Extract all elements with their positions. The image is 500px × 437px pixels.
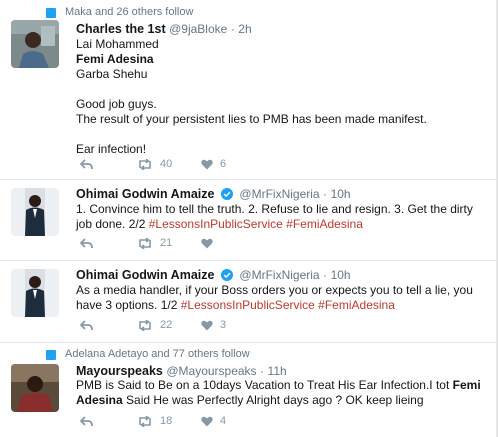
- tweet-actions: 22 3: [80, 318, 226, 332]
- mention-text: Adesina: [76, 393, 123, 407]
- mention-text: Femi: [452, 378, 481, 392]
- social-context-text: Adelana Adetayo and 77 others follow: [65, 348, 250, 360]
- separator: ·: [323, 268, 328, 282]
- retweet-count: 18: [160, 415, 173, 427]
- display-name[interactable]: Ohimai Godwin Amaize: [76, 187, 214, 201]
- avatar[interactable]: [11, 269, 59, 317]
- retweet-button[interactable]: 18: [137, 415, 201, 427]
- hashtag-link[interactable]: #FemiAdesina: [318, 298, 395, 312]
- separator: ·: [323, 187, 328, 201]
- retweet-count: 40: [160, 158, 173, 170]
- tweet-text: 1. Convince him to tell the truth. 2. Re…: [76, 202, 488, 232]
- heart-icon: [201, 320, 213, 330]
- avatar[interactable]: [11, 188, 59, 236]
- reply-button[interactable]: [80, 158, 137, 170]
- display-name[interactable]: Charles the 1st: [76, 22, 166, 36]
- retweet-count: 21: [160, 237, 173, 249]
- tweet-body: PMB is Said to Be on a 10days Vacation t…: [76, 378, 453, 392]
- hashtag-link[interactable]: #LessonsInPublicService: [149, 217, 283, 231]
- tweet-line: Femi Adesina: [76, 52, 154, 66]
- tweet-text: Lai Mohammed Femi Adesina Garba Shehu Go…: [76, 37, 490, 157]
- reply-icon: [80, 237, 93, 248]
- timestamp[interactable]: 10h: [331, 187, 351, 201]
- tweet-line: Good job guys.: [76, 97, 157, 111]
- tweet-paragraph: As a media handler, if your Boss orders …: [76, 283, 488, 313]
- like-button[interactable]: 6: [201, 158, 226, 170]
- tweet-header: Ohimai Godwin Amaize @MrFixNigeria · 10h: [76, 268, 351, 283]
- separator: ·: [230, 22, 235, 36]
- user-handle[interactable]: @9jaBloke: [169, 22, 227, 36]
- tweet-actions: 18 4: [80, 414, 226, 428]
- avatar-image: [11, 20, 59, 68]
- timeline-feed: Maka and 26 others follow Charles the 1s…: [0, 0, 498, 437]
- tweet-actions: 40 6: [80, 157, 226, 171]
- like-button[interactable]: [201, 238, 213, 249]
- social-context: Adelana Adetayo and 77 others follow: [46, 348, 250, 361]
- timestamp[interactable]: 11h: [268, 364, 287, 378]
- reply-icon: [80, 319, 93, 330]
- heart-icon: [201, 159, 213, 169]
- follow-context-icon: [46, 349, 56, 360]
- retweet-button[interactable]: 40: [137, 158, 201, 170]
- heart-icon: [201, 416, 213, 426]
- tweet-actions: 21: [80, 236, 213, 250]
- like-count: 6: [220, 158, 227, 170]
- tweet-body: Said He was Perfectly Alright days ago ?…: [122, 393, 424, 407]
- avatar[interactable]: [11, 20, 59, 68]
- tweet[interactable]: Ohimai Godwin Amaize @MrFixNigeria · 10h…: [0, 180, 496, 261]
- tweet-header: Ohimai Godwin Amaize @MrFixNigeria · 10h: [76, 187, 351, 202]
- separator: ·: [260, 364, 265, 378]
- avatar-image: [11, 364, 59, 412]
- tweet-header: Charles the 1st @9jaBloke · 2h: [76, 22, 252, 37]
- reply-button[interactable]: [80, 319, 137, 331]
- retweet-icon: [139, 158, 151, 170]
- follow-context-icon: [46, 7, 56, 18]
- reply-icon: [80, 158, 93, 169]
- avatar-image: [11, 269, 59, 317]
- user-handle[interactable]: @MrFixNigeria: [239, 187, 319, 201]
- tweet-header: Mayourspeaks @Mayourspeaks · 11h: [76, 364, 287, 379]
- tweet-line: Lai Mohammed: [76, 37, 159, 51]
- reply-icon: [80, 415, 93, 426]
- timestamp[interactable]: 10h: [331, 268, 351, 282]
- display-name[interactable]: Mayourspeaks: [76, 364, 163, 378]
- avatar[interactable]: [11, 364, 59, 412]
- retweet-button[interactable]: 21: [137, 237, 201, 249]
- tweet-text: As a media handler, if your Boss orders …: [76, 283, 488, 313]
- verified-badge-icon: [220, 188, 233, 200]
- tweet[interactable]: Maka and 26 others follow Charles the 1s…: [0, 0, 496, 180]
- timestamp[interactable]: 2h: [238, 22, 251, 36]
- like-button[interactable]: 3: [201, 319, 226, 331]
- tweet[interactable]: Adelana Adetayo and 77 others follow May…: [0, 343, 496, 437]
- display-name[interactable]: Ohimai Godwin Amaize: [76, 268, 214, 282]
- heart-icon: [201, 238, 213, 248]
- retweet-icon: [139, 237, 151, 249]
- like-count: 3: [220, 319, 227, 331]
- tweet-paragraph: 1. Convince him to tell the truth. 2. Re…: [76, 202, 488, 232]
- hashtag-link[interactable]: #FemiAdesina: [286, 217, 363, 231]
- retweet-button[interactable]: 22: [137, 319, 201, 331]
- like-count: 4: [220, 415, 227, 427]
- tweet-line: The result of your persistent lies to PM…: [76, 112, 427, 126]
- retweet-icon: [139, 415, 151, 427]
- retweet-count: 22: [160, 319, 173, 331]
- social-context-text: Maka and 26 others follow: [65, 6, 194, 18]
- tweet-line: Ear infection!: [76, 142, 147, 156]
- tweet-paragraph: PMB is Said to Be on a 10days Vacation t…: [76, 378, 490, 408]
- user-handle[interactable]: @Mayourspeaks: [166, 364, 256, 378]
- tweet[interactable]: Ohimai Godwin Amaize @MrFixNigeria · 10h…: [0, 261, 496, 343]
- avatar-image: [11, 188, 59, 236]
- hashtag-link[interactable]: #LessonsInPublicService: [181, 298, 315, 312]
- retweet-icon: [139, 319, 151, 331]
- like-button[interactable]: 4: [201, 415, 226, 427]
- tweet-text: PMB is Said to Be on a 10days Vacation t…: [76, 378, 490, 408]
- social-context: Maka and 26 others follow: [46, 6, 194, 19]
- reply-button[interactable]: [80, 415, 137, 427]
- tweet-line: Garba Shehu: [76, 67, 148, 81]
- user-handle[interactable]: @MrFixNigeria: [239, 268, 319, 282]
- verified-badge-icon: [220, 269, 233, 281]
- reply-button[interactable]: [80, 237, 137, 249]
